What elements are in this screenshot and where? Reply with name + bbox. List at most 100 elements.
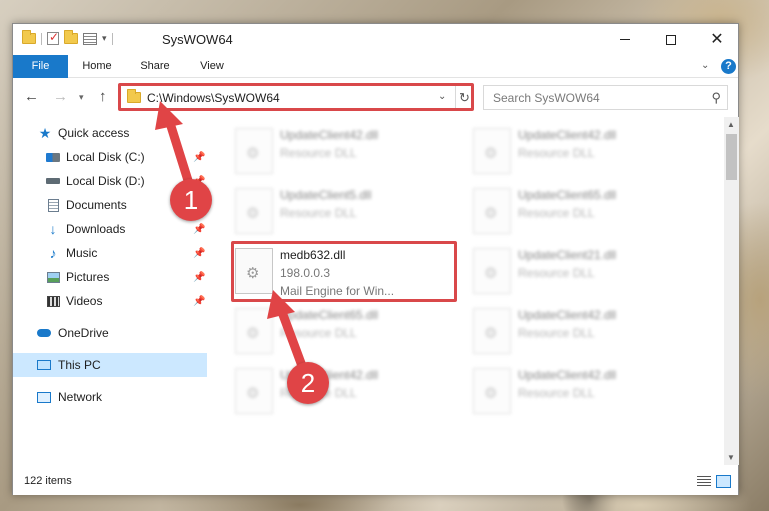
onedrive-icon — [37, 326, 51, 340]
sidebar-item-quick-access[interactable]: ★ Quick access — [13, 121, 207, 145]
sidebar-item-label: Documents — [66, 198, 127, 212]
pin-icon[interactable]: 📌 — [193, 272, 205, 283]
scroll-up-icon[interactable]: ▲ — [727, 120, 735, 129]
customize-icon[interactable] — [83, 32, 97, 45]
pin-icon[interactable]: 📌 — [193, 296, 205, 307]
sidebar-item-downloads[interactable]: ↓ Downloads 📌 — [13, 217, 207, 241]
address-highlight-box — [118, 83, 474, 111]
forward-arrow-icon[interactable]: → — [53, 88, 68, 105]
file-item[interactable]: UpdateClient42.dll Resource DLL — [473, 365, 698, 423]
sidebar-item-label: Local Disk (C:) — [66, 150, 145, 164]
dll-file-icon — [235, 128, 273, 174]
maximize-button[interactable] — [648, 24, 694, 55]
file-type: Resource DLL — [518, 206, 595, 220]
tab-file[interactable]: File — [13, 55, 68, 78]
step-2-badge: 2 — [287, 362, 329, 404]
pin-icon[interactable]: 📌 — [193, 248, 205, 259]
file-item[interactable]: UpdateClient42.dll Resource DLL — [473, 125, 698, 183]
videos-icon — [46, 294, 60, 308]
file-item[interactable]: UpdateClient42.dll Resource DLL — [235, 125, 460, 183]
up-arrow-icon[interactable]: ↑ — [99, 88, 107, 105]
close-icon: ✕ — [710, 30, 724, 48]
properties-check-icon[interactable] — [47, 30, 59, 45]
file-item[interactable]: UpdateClient5.dll Resource DLL — [235, 185, 460, 243]
file-name: UpdateClient5.dll — [280, 188, 372, 202]
file-type: Resource DLL — [518, 266, 595, 280]
new-folder-icon[interactable] — [64, 30, 78, 44]
sidebar-item-pictures[interactable]: Pictures 📌 — [13, 265, 207, 289]
drive-icon — [46, 150, 60, 164]
pin-icon[interactable]: 📌 — [193, 152, 205, 163]
close-button[interactable]: ✕ — [694, 24, 740, 55]
file-type: Resource DLL — [518, 326, 595, 340]
dll-file-icon — [473, 368, 511, 414]
minimize-icon — [620, 39, 630, 40]
tab-home[interactable]: Home — [73, 55, 121, 78]
search-icon[interactable]: ⚲ — [711, 90, 721, 106]
details-view-icon[interactable] — [697, 476, 711, 487]
tab-view[interactable]: View — [188, 55, 236, 78]
file-name: UpdateClient65.dll — [518, 188, 617, 202]
expand-ribbon-icon[interactable]: ⌄ — [701, 60, 709, 71]
file-type: Resource DLL — [280, 146, 357, 160]
file-item[interactable]: UpdateClient42.dll Resource DLL — [473, 305, 698, 363]
sidebar-item-music[interactable]: ♪ Music 📌 — [13, 241, 207, 265]
navigation-pane: ★ Quick access Local Disk (C:) 📌 Local D… — [13, 117, 207, 465]
dll-file-icon — [235, 308, 273, 354]
file-type: Resource DLL — [280, 206, 357, 220]
step-1-badge: 1 — [170, 179, 212, 221]
pin-icon[interactable]: 📌 — [193, 224, 205, 235]
help-icon[interactable]: ? — [721, 59, 736, 74]
recent-locations-icon[interactable]: ▾ — [79, 92, 84, 103]
file-highlight-box — [231, 241, 457, 302]
music-icon: ♪ — [49, 245, 57, 261]
minimize-button[interactable] — [602, 24, 648, 55]
tab-share[interactable]: Share — [131, 55, 179, 78]
file-item[interactable]: UpdateClient21.dll Resource DLL — [473, 245, 698, 303]
back-arrow-icon[interactable]: ← — [24, 88, 39, 105]
sidebar-item-label: Pictures — [66, 270, 110, 284]
file-name: UpdateClient42.dll — [518, 308, 617, 322]
sidebar-item-onedrive[interactable]: OneDrive — [13, 321, 207, 345]
file-name: UpdateClient42.dll — [280, 128, 379, 142]
search-placeholder: Search SysWOW64 — [493, 91, 600, 105]
download-icon: ↓ — [49, 221, 57, 237]
drive-icon — [46, 174, 60, 188]
file-name: UpdateClient65.dll — [280, 308, 379, 322]
sidebar-item-label: This PC — [58, 358, 101, 372]
dll-file-icon — [473, 188, 511, 234]
large-icons-view-icon[interactable] — [716, 475, 731, 488]
scroll-thumb[interactable] — [726, 134, 737, 180]
scroll-down-icon[interactable]: ▼ — [727, 453, 735, 462]
item-count: 122 items — [24, 475, 72, 487]
sidebar-item-label: Music — [66, 246, 98, 260]
quick-access-toolbar: ▾ — [22, 30, 113, 45]
file-name: UpdateClient42.dll — [518, 368, 617, 382]
file-item[interactable]: UpdateClient65.dll Resource DLL — [473, 185, 698, 243]
file-item[interactable]: UpdateClient42.dll Resource DLL — [235, 365, 460, 423]
sidebar-item-label: Quick access — [58, 126, 130, 140]
file-list: UpdateClient42.dll Resource DLL UpdateCl… — [208, 117, 724, 465]
file-name: UpdateClient42.dll — [518, 128, 617, 142]
documents-icon — [46, 198, 60, 212]
chevron-down-icon[interactable]: ▾ — [102, 33, 107, 44]
sidebar-item-label: Videos — [66, 294, 103, 308]
star-icon: ★ — [38, 124, 52, 141]
separator — [41, 32, 42, 45]
sidebar-item-local-disk-c[interactable]: Local Disk (C:) 📌 — [13, 145, 207, 169]
separator — [111, 32, 113, 45]
vertical-scrollbar[interactable]: ▲ ▼ — [724, 117, 739, 465]
file-name: UpdateClient21.dll — [518, 248, 617, 262]
sidebar-item-videos[interactable]: Videos 📌 — [13, 289, 207, 313]
search-input[interactable]: Search SysWOW64 ⚲ — [483, 85, 728, 110]
sidebar-item-network[interactable]: Network — [13, 385, 207, 409]
file-item[interactable]: UpdateClient65.dll Resource DLL — [235, 305, 460, 363]
sidebar-item-this-pc[interactable]: This PC — [13, 353, 207, 377]
pictures-icon — [46, 270, 60, 284]
dll-file-icon — [473, 248, 511, 294]
status-bar: 122 items — [13, 468, 738, 495]
file-type: Resource DLL — [518, 146, 595, 160]
window-title: SysWOW64 — [162, 32, 233, 47]
dll-file-icon — [235, 368, 273, 414]
file-explorer-window: ▾ SysWOW64 ✕ File Home Share View ⌄ ? ← … — [12, 23, 739, 495]
